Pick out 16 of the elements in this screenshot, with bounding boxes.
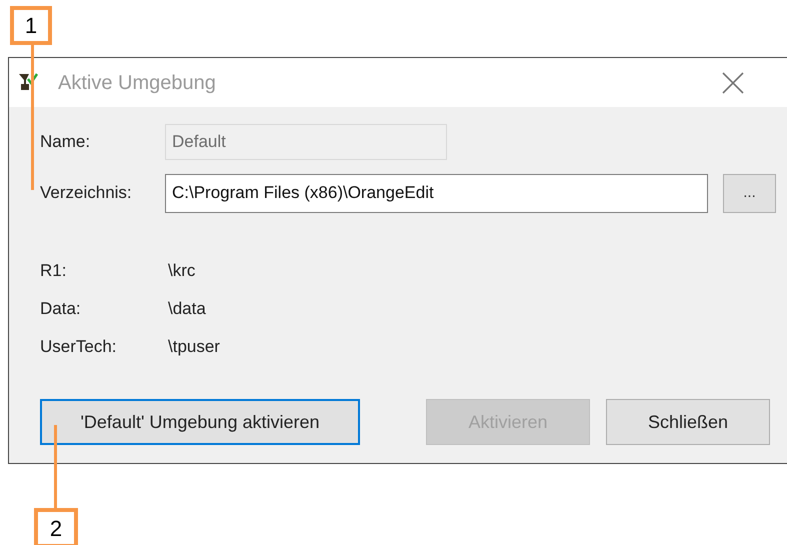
info-label: R1: — [40, 260, 68, 282]
input-field[interactable]: C:\Program Files (x86)\OrangeEdit — [165, 174, 708, 212]
callout-label: 1 — [10, 6, 52, 45]
info-value: \tpuser — [168, 336, 220, 358]
info-label: UserTech: — [40, 336, 118, 358]
field-label: Verzeichnis: — [40, 182, 133, 204]
dialog-button[interactable]: Schließen — [606, 399, 770, 445]
info-value: \krc — [168, 260, 196, 282]
browse-button[interactable]: ... — [723, 174, 776, 212]
callout-label: 2 — [34, 508, 78, 545]
info-value: \data — [168, 298, 206, 320]
field-label: Name: — [40, 131, 92, 154]
close-icon[interactable] — [722, 72, 744, 94]
window-title: Aktive Umgebung — [58, 70, 216, 96]
info-label: Data: — [40, 298, 82, 320]
dialog-button[interactable]: 'Default' Umgebung aktivieren — [40, 399, 360, 445]
